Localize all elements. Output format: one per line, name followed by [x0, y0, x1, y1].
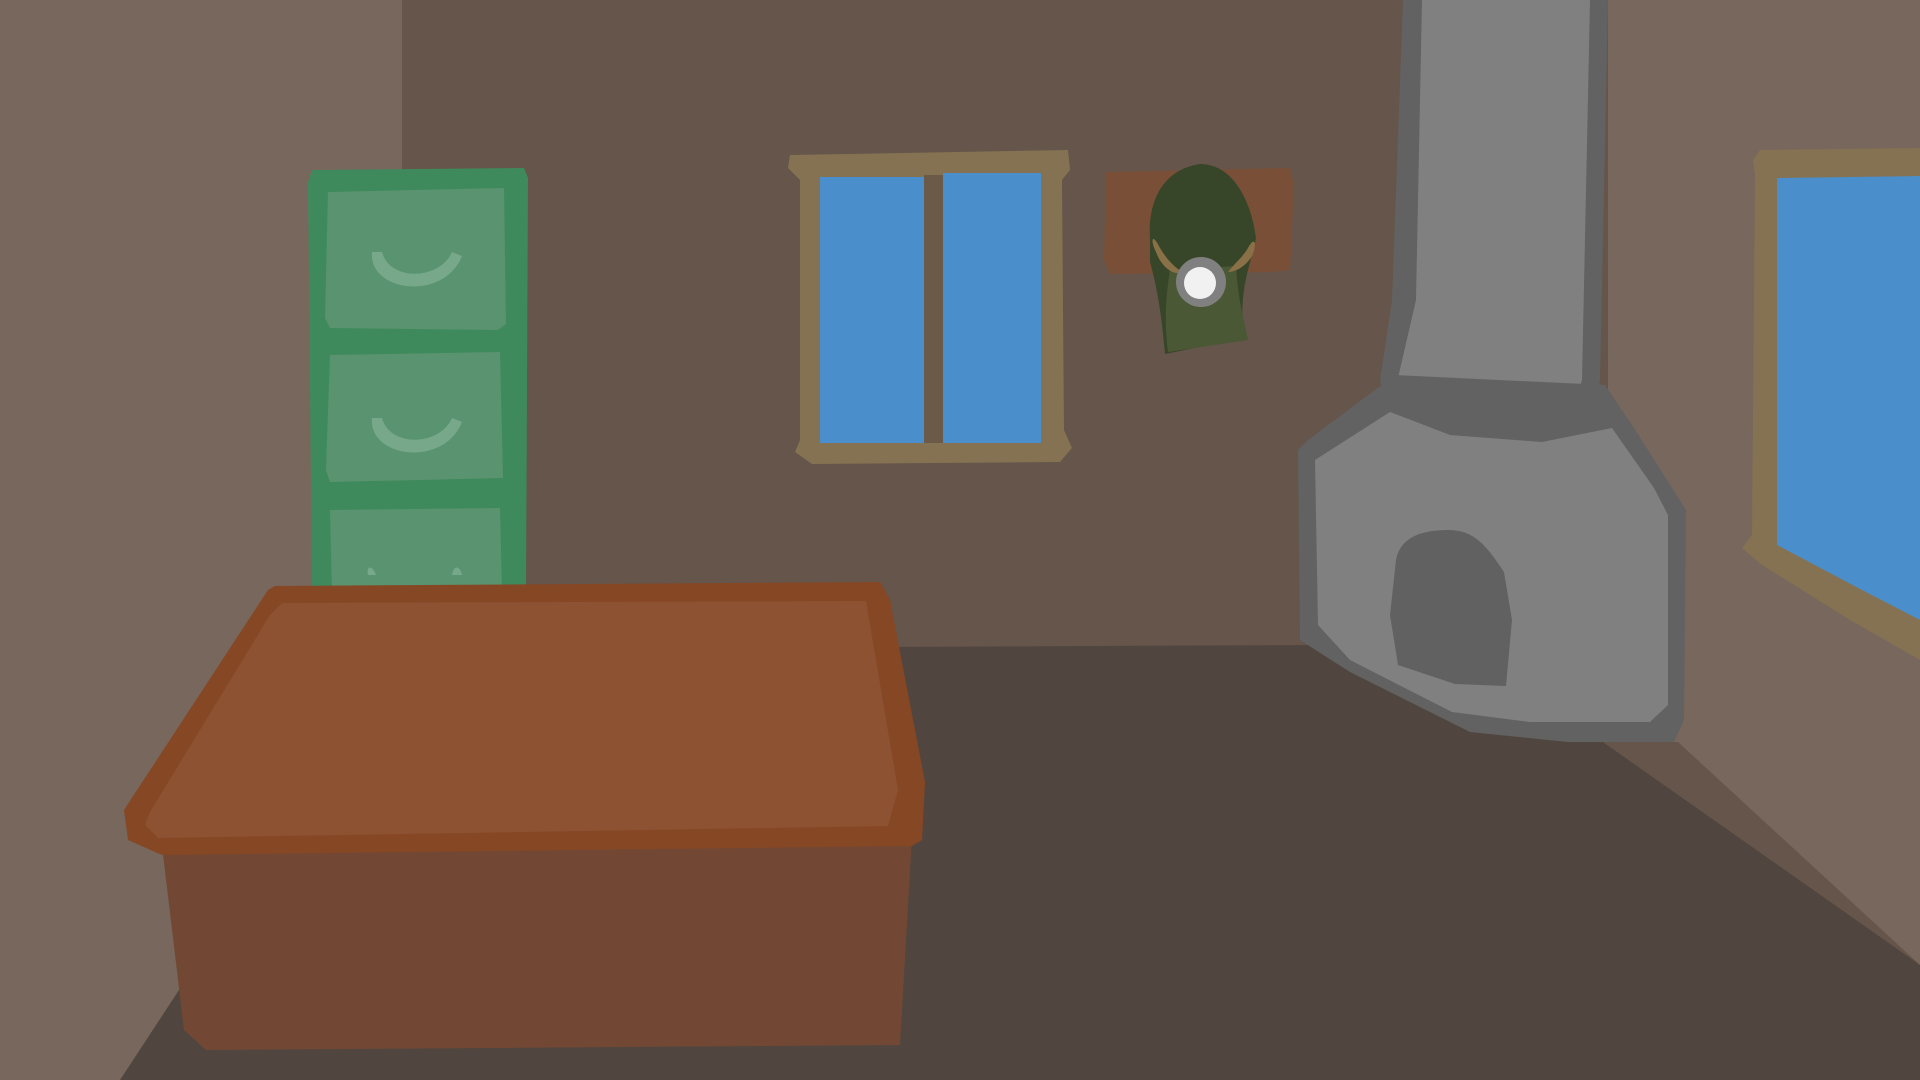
- trophy-lens: [1184, 267, 1216, 299]
- cabinet-drawer-3[interactable]: [330, 508, 502, 594]
- game-scene: [0, 0, 1920, 1080]
- stove-pipe: [1398, 0, 1590, 412]
- back-window[interactable]: [788, 150, 1072, 464]
- window-mullion: [924, 175, 943, 443]
- desk[interactable]: [124, 582, 925, 1050]
- filing-cabinet[interactable]: [308, 168, 528, 595]
- desk-front: [162, 835, 912, 1050]
- cabinet-drawer-1[interactable]: [325, 188, 506, 330]
- room-canvas: [0, 0, 1920, 1080]
- desk-top: [145, 601, 898, 838]
- cabinet-drawer-2[interactable]: [326, 352, 503, 482]
